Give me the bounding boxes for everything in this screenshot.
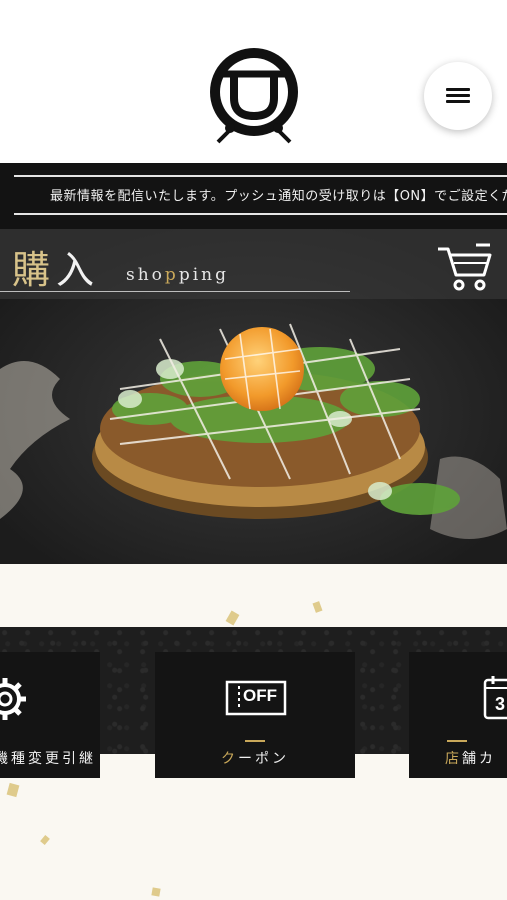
off-label: OFF xyxy=(243,686,277,705)
banner-title: 購入 xyxy=(12,248,101,292)
shopping-cart-icon xyxy=(438,243,492,291)
tile-label: 店舗カ xyxy=(445,751,496,767)
news-ticker[interactable]: 最新情報を配信いたします。プッシュ通知の受け取りは【ON】でご設定ください。 xyxy=(0,163,507,229)
tile-label: 機種変更引継 xyxy=(0,751,96,767)
gear-icon xyxy=(0,678,26,720)
tile-coupon[interactable]: OFF クーポン xyxy=(155,652,355,778)
shopping-banner[interactable]: 購入 shopping xyxy=(0,229,507,564)
hamburger-menu-icon xyxy=(446,88,470,104)
ticker-text: 最新情報を配信いたします。プッシュ通知の受け取りは【ON】でご設定ください。 xyxy=(50,189,507,204)
banner-subtitle: shopping xyxy=(126,265,229,285)
calendar-number: 3 xyxy=(495,694,506,714)
tile-accent-dash xyxy=(447,740,467,742)
gold-flake-decoration xyxy=(151,887,161,897)
tile-label: クーポン xyxy=(221,751,289,767)
tile-store-card[interactable]: 3 店舗カ xyxy=(409,652,507,778)
spacer xyxy=(0,564,507,627)
brand-logo[interactable] xyxy=(200,44,308,144)
banner-underline xyxy=(0,291,350,292)
app-header xyxy=(0,0,507,163)
ticker-bottom-rule xyxy=(14,213,507,215)
ticker-top-rule xyxy=(14,175,507,177)
tile-device-transfer[interactable]: 機種変更引継 xyxy=(0,652,100,778)
menu-button[interactable] xyxy=(424,62,492,130)
tile-accent-dash xyxy=(245,740,265,742)
